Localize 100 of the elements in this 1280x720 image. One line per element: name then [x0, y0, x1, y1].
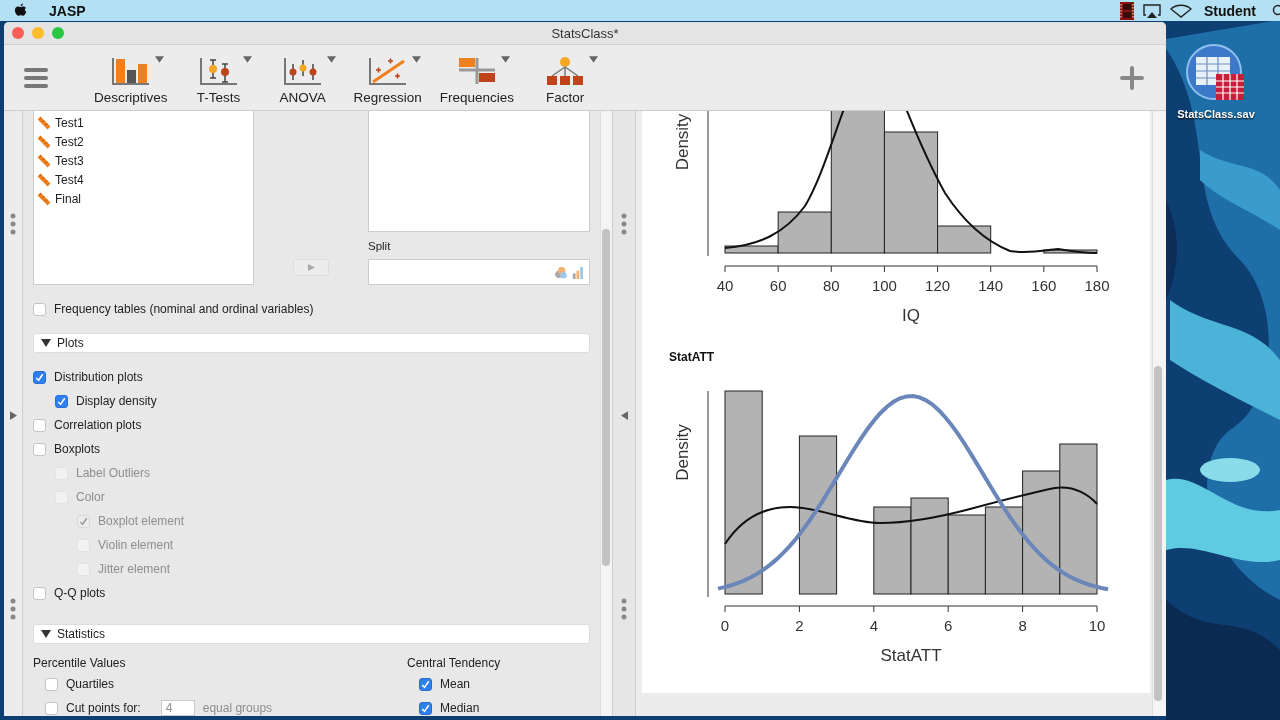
- toolbar-button[interactable]: Frequencies: [435, 56, 519, 105]
- ruler-icon: [37, 172, 51, 187]
- drag-handle-icon[interactable]: [10, 598, 16, 620]
- variable-item[interactable]: Test1: [37, 113, 253, 132]
- checkbox-label: Label Outliers: [76, 466, 151, 480]
- caret-icon: [326, 56, 336, 63]
- variable-item[interactable]: Final: [37, 189, 253, 208]
- crosstab-icon: [456, 56, 497, 86]
- film-strip-icon[interactable]: [1119, 1, 1134, 20]
- axis-tick-label: 180: [1084, 277, 1110, 294]
- axis-tick-label: 4: [869, 617, 878, 634]
- group-title: Percentile Values: [33, 656, 127, 672]
- ruler-icon: [37, 191, 51, 206]
- toolbar-button[interactable]: Regression: [349, 56, 426, 105]
- caret-icon: [154, 56, 164, 63]
- window-title: StatsClass*: [551, 25, 619, 41]
- minimize-button[interactable]: [32, 27, 44, 39]
- move-button[interactable]: [293, 259, 329, 276]
- toolbar-button[interactable]: T-Tests: [181, 56, 256, 105]
- disclosure-triangle-icon: [41, 630, 51, 638]
- checkbox-label: Q-Q plots: [54, 586, 106, 600]
- axis-title: IQ: [902, 306, 920, 325]
- checkbox-label: Boxplot element: [98, 514, 185, 528]
- file-name: StatsClass.sav: [1177, 108, 1255, 120]
- axis-tick-label: 140: [978, 277, 1004, 294]
- error-bars-icon: [198, 56, 239, 86]
- nominal-ordinal-icon: [554, 265, 586, 279]
- group-title: Central Tendency: [407, 656, 501, 672]
- zoom-button[interactable]: [52, 27, 64, 39]
- variable-item[interactable]: Test2: [37, 132, 253, 151]
- checkbox-label: Quartiles: [66, 677, 115, 691]
- toolbar-button[interactable]: Factor: [528, 56, 603, 105]
- drag-handle-icon[interactable]: [621, 213, 627, 235]
- ruler-icon: [37, 153, 51, 168]
- axis-tick-label: 80: [822, 277, 840, 294]
- checkbox[interactable]: [45, 701, 58, 715]
- bar-chart-icon: [110, 56, 151, 86]
- caret-icon: [500, 56, 510, 63]
- checkbox-label: Distribution plots: [54, 370, 143, 384]
- check-icon: [420, 678, 431, 690]
- checkbox[interactable]: [33, 302, 46, 316]
- checkbox[interactable]: [45, 677, 58, 691]
- axis-tick-label: 40: [716, 277, 734, 294]
- section-header[interactable]: Plots: [33, 333, 590, 353]
- section-header[interactable]: Statistics: [33, 624, 590, 644]
- close-button[interactable]: [12, 27, 24, 39]
- checkbox[interactable]: [33, 442, 46, 456]
- field-suffix: equal groups: [202, 701, 273, 715]
- variables-box[interactable]: [368, 111, 590, 233]
- checkbox[interactable]: [55, 394, 68, 408]
- axis-title: Density: [673, 424, 692, 481]
- checkbox-label: Boxplots: [54, 442, 101, 456]
- toolbar-button[interactable]: ANOVA: [265, 56, 340, 105]
- check-icon: [34, 371, 45, 383]
- axis-tick-label: 60: [769, 277, 787, 294]
- checkbox[interactable]: [33, 418, 46, 432]
- play-arrow-icon: [307, 264, 315, 271]
- error-bars-icon: [282, 56, 323, 86]
- scrollbar-thumb[interactable]: [602, 229, 610, 566]
- checkbox[interactable]: [33, 586, 46, 600]
- axis-tick-label: 100: [871, 277, 897, 294]
- histogram-bar: [1043, 249, 1098, 254]
- split-field[interactable]: [368, 259, 590, 285]
- plot-title: StatATT: [669, 350, 715, 364]
- axis-tick-label: 120: [925, 277, 951, 294]
- toolbar-button[interactable]: Descriptives: [90, 56, 172, 105]
- airplay-icon[interactable]: [1141, 2, 1162, 19]
- disclosure-triangle-icon: [41, 339, 51, 347]
- checkbox-label: Median: [440, 701, 480, 715]
- caret-icon: [242, 56, 252, 63]
- checkbox[interactable]: [33, 370, 46, 384]
- checkbox[interactable]: [419, 701, 432, 715]
- axis-tick-label: 6: [944, 617, 953, 634]
- variable-item[interactable]: Test3: [37, 151, 253, 170]
- checkbox-label: Mean: [440, 677, 471, 691]
- user-menu[interactable]: Student: [1203, 2, 1256, 19]
- scrollbar-thumb[interactable]: [1154, 366, 1162, 701]
- drag-handle-icon[interactable]: [621, 598, 627, 620]
- checkbox-label: Color: [76, 490, 105, 504]
- checkbox[interactable]: [419, 677, 432, 691]
- axis-tick-label: 160: [1031, 277, 1057, 294]
- caret-icon: [589, 56, 599, 63]
- apple-logo-icon[interactable]: [14, 3, 27, 18]
- axis-title: Density: [673, 113, 692, 171]
- checkbox-label: Display density: [76, 394, 157, 408]
- app-menu[interactable]: JASP: [49, 2, 86, 19]
- expand-arrow-icon[interactable]: [9, 411, 17, 420]
- axis-tick-label: 10: [1088, 617, 1106, 634]
- checkbox-label: Jitter element: [98, 562, 171, 576]
- field-label: Split: [368, 240, 392, 255]
- axis-title: StatATT: [880, 646, 942, 665]
- menu-icon[interactable]: [24, 66, 48, 89]
- checkbox-label: Cut points for:: [66, 701, 141, 715]
- collapse-arrow-icon[interactable]: [620, 411, 628, 420]
- wifi-icon[interactable]: [1169, 3, 1192, 18]
- add-icon[interactable]: [1120, 65, 1144, 90]
- axis-tick-label: 8: [1018, 617, 1027, 634]
- variable-item[interactable]: Test4: [37, 170, 253, 189]
- axis-tick-label: 0: [720, 617, 730, 634]
- drag-handle-icon[interactable]: [10, 213, 16, 235]
